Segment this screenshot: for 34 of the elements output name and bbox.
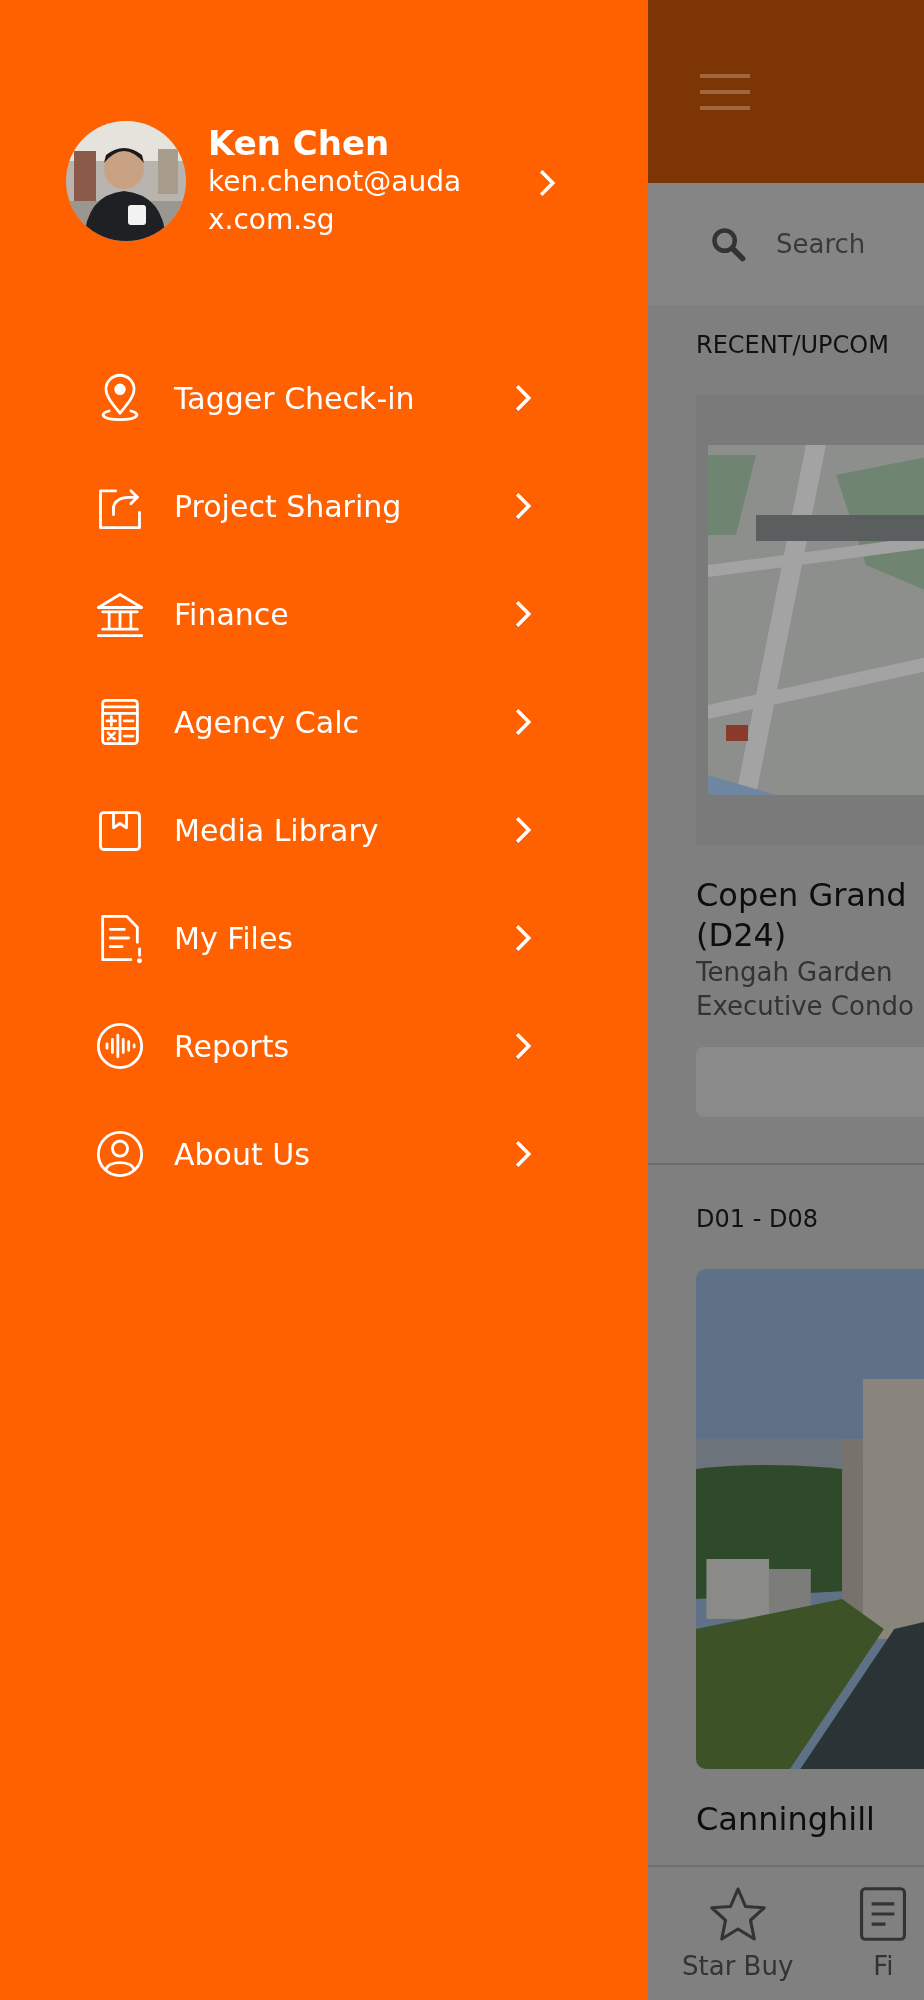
project-subtitle: Tengah Garden [696,956,894,989]
user-icon [94,1128,146,1180]
project-title: (D24) [696,915,788,955]
menu-icon[interactable] [698,71,752,112]
chevron-right-icon[interactable] [538,169,556,197]
user-email: ken.chenot@audax.com.sg [208,164,463,238]
chevron-right-icon [514,600,532,628]
section-heading: RECENT/UPCOM [696,331,890,359]
chevron-right-icon [514,924,532,952]
menu-item[interactable]: My Files [0,884,648,992]
menu-item[interactable]: Finance [0,560,648,668]
chevron-right-icon [514,1032,532,1060]
star-icon [707,1885,768,1943]
menu-item[interactable]: Tagger Check-in [0,344,648,452]
menu-item[interactable]: Project Sharing [0,452,648,560]
user-name: Ken Chen [208,123,391,163]
search-field[interactable]: Search [774,228,924,260]
chevron-right-icon [514,1140,532,1168]
audio-wave-icon [94,1020,146,1072]
section-heading: D01 - D08 [696,1205,819,1233]
chevron-right-icon [514,492,532,520]
chevron-right-icon [514,384,532,412]
chevron-right-icon [514,708,532,736]
nav-tab[interactable]: Star Buy [682,1867,794,2000]
menu-item[interactable]: About Us [0,1100,648,1208]
search-icon [710,226,746,262]
menu-item[interactable]: Media Library [0,776,648,884]
project-subtitle: Executive Condo [696,990,915,1023]
project-title: Copen Grand [696,875,908,915]
menu-item[interactable]: Agency Calc [0,668,648,776]
nav-tab[interactable]: Fi [853,1867,914,2000]
menu-item[interactable]: Reports [0,992,648,1100]
chevron-right-icon [514,816,532,844]
project-title: Canninghill [696,1799,876,1839]
